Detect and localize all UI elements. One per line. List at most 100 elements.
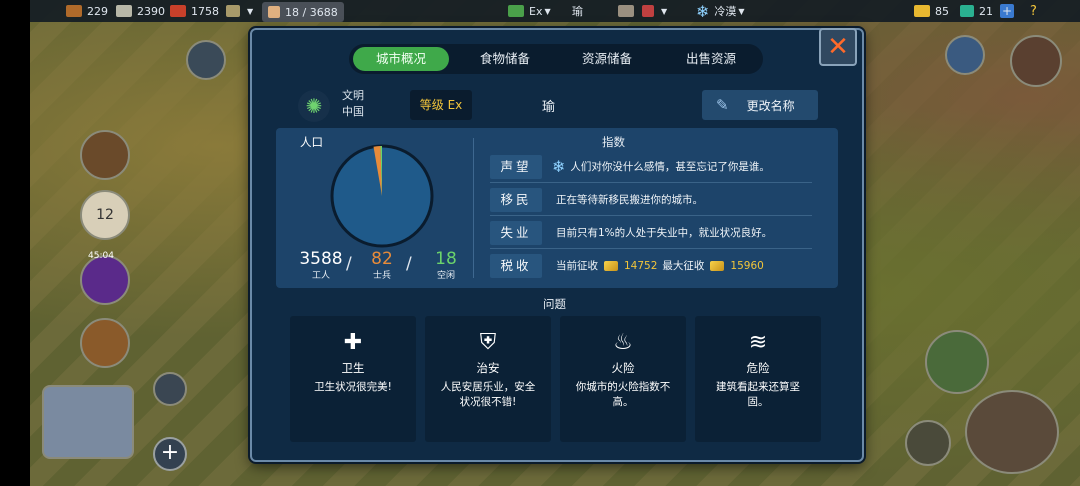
close-icon: ✕ <box>827 32 849 62</box>
tax-current-amount: 14752 <box>624 260 658 272</box>
population-counter[interactable]: 18 / 3688 <box>262 2 344 22</box>
indices-title: 指数 <box>602 135 625 149</box>
chat-button[interactable] <box>186 40 226 80</box>
magic-orb-button[interactable]: 45:04 <box>80 251 130 305</box>
gem-icon <box>960 5 974 17</box>
index-row-unemployment[interactable]: 失业 目前只有1%的人处于失业中，就业状况良好。 <box>490 218 812 249</box>
issue-card-danger[interactable]: ≋ 危险 建筑看起来还算坚固。 <box>695 316 821 442</box>
road-build-button[interactable] <box>925 330 989 394</box>
close-button[interactable]: ✕ <box>819 28 857 66</box>
pencil-icon: ✎ <box>716 96 729 114</box>
mood-dropdown[interactable]: ❄ 冷漠 ▼ <box>696 0 745 22</box>
workers-count: 3588 <box>299 249 343 269</box>
gold-resource[interactable]: 85 <box>914 0 949 22</box>
shield-icon: ⛨ <box>479 330 497 355</box>
decree-button[interactable] <box>618 0 639 22</box>
index-key: 失业 <box>490 221 542 245</box>
wood-icon <box>66 5 82 17</box>
rename-button[interactable]: ✎ 更改名称 <box>702 90 818 120</box>
chevron-down-icon: ▼ <box>661 6 668 16</box>
idle-stat: 18 空闲 <box>426 250 466 281</box>
plus-cross-icon: ✚ <box>343 330 363 355</box>
separator-slash: / <box>346 254 352 274</box>
index-row-immigration[interactable]: 移民 正在等待新移民搬进你的城市。 <box>490 185 812 216</box>
issue-desc: 建筑看起来还算坚固。 <box>716 381 800 408</box>
tab-sell-resources[interactable]: 出售资源 <box>663 47 759 71</box>
iron-resource[interactable]: 2390 <box>116 0 165 22</box>
food-amount: 1758 <box>191 4 219 18</box>
population-text: 18 / 3688 <box>285 5 338 19</box>
food-resource[interactable]: 1758 <box>170 0 219 22</box>
layers-button[interactable] <box>153 372 187 406</box>
tax-value: 当前征收 14752 最大征收 15960 <box>556 251 764 281</box>
snowflake-icon: ❄ <box>696 1 710 21</box>
dragon-emblem-icon: ✺ <box>298 90 330 122</box>
event-dropdown[interactable]: ▼ <box>642 0 667 22</box>
help-button[interactable]: ? <box>1030 0 1037 22</box>
tab-city-overview[interactable]: 城市概况 <box>353 47 449 71</box>
city-info-box: 人口 3588 工人 / 82 士兵 / 18 空闲 指数 声望 ❄ 人们对你没… <box>276 128 838 288</box>
era-dropdown[interactable]: Ex ▼ <box>508 0 551 22</box>
index-row-reputation[interactable]: 声望 ❄ 人们对你没什么感情，甚至忘记了你是谁。 <box>490 152 812 183</box>
civilization-info: 文明 中国 <box>342 88 364 120</box>
screen-left-edge <box>0 0 30 486</box>
hammer-build-button[interactable] <box>965 390 1059 474</box>
dragon-emblem-icon <box>508 5 524 17</box>
population-title: 人口 <box>300 135 323 149</box>
crates-icon <box>226 5 240 17</box>
calendar-button[interactable]: 12 <box>80 190 130 240</box>
buy-gems-button[interactable]: + <box>1000 4 1014 18</box>
general-portrait[interactable] <box>1010 35 1062 87</box>
issue-card-sanitation[interactable]: ✚ 卫生 卫生状况很完美! <box>290 316 416 442</box>
civilization-value: 中国 <box>342 105 364 118</box>
resource-topbar: 229 2390 1758 ▼ 18 / 3688 Ex ▼ 瑜 ▼ ❄ 冷漠 ▼ … <box>30 0 1080 22</box>
gold-icon <box>604 261 618 271</box>
advisor-avatar[interactable] <box>945 35 985 75</box>
soldiers-stat: 82 士兵 <box>362 250 402 281</box>
issue-desc: 人民安居乐业，安全状况很不错! <box>440 381 536 408</box>
workers-stat: 3588 工人 <box>296 250 346 281</box>
resource-menu-dropdown[interactable]: ▼ <box>226 0 253 22</box>
backpack-button[interactable] <box>80 318 130 368</box>
soldiers-label: 士兵 <box>372 271 391 281</box>
index-value: 目前只有1%的人处于失业中，就业状况良好。 <box>556 227 773 239</box>
index-value: 正在等待新移民搬进你的城市。 <box>556 194 703 206</box>
map-scroll-button[interactable] <box>42 385 134 459</box>
reputation-text: 人们对你没什么感情，甚至忘记了你是谁。 <box>570 161 770 173</box>
chevron-down-icon: ▼ <box>247 6 254 16</box>
idle-count: 18 <box>435 249 457 269</box>
index-row-tax[interactable]: 税收 当前征收 14752 最大征收 15960 <box>490 251 812 281</box>
civilization-label: 文明 <box>342 89 364 102</box>
shovel-button[interactable] <box>905 420 951 466</box>
tab-bar: 城市概况 食物储备 资源储备 出售资源 <box>349 44 763 74</box>
mood-text: 冷漠 <box>714 5 737 18</box>
city-name: 瑜 <box>542 100 556 115</box>
add-button[interactable]: + <box>153 437 187 471</box>
issues-title: 问题 <box>543 297 566 311</box>
issue-card-security[interactable]: ⛨ 治安 人民安居乐业，安全状况很不错! <box>425 316 551 442</box>
iron-amount: 2390 <box>137 4 165 18</box>
city-name-topbar[interactable]: 瑜 <box>572 0 583 22</box>
tax-max-label: 最大征收 <box>662 260 705 272</box>
tax-current-label: 当前征收 <box>556 260 598 272</box>
soldiers-count: 82 <box>371 249 393 269</box>
tools-icon <box>116 5 132 17</box>
gem-resource[interactable]: 21 <box>960 0 993 22</box>
issue-name: 危险 <box>746 361 770 375</box>
city-level-badge: 等级 Ex <box>410 90 472 120</box>
issue-card-fire[interactable]: ♨ 火险 你城市的火险指数不高。 <box>560 316 686 442</box>
index-key: 移民 <box>490 188 542 212</box>
timer-text: 45:04 <box>88 251 114 261</box>
trade-chest-button[interactable] <box>80 130 130 180</box>
tab-food-reserve[interactable]: 食物储备 <box>457 47 553 71</box>
issue-name: 火险 <box>611 361 635 375</box>
gold-icon <box>710 261 725 271</box>
gem-amount: 21 <box>979 4 993 18</box>
person-icon <box>268 6 280 18</box>
index-key: 税收 <box>490 254 542 278</box>
tab-resource-reserve[interactable]: 资源储备 <box>559 47 655 71</box>
city-text: 瑜 <box>572 5 583 18</box>
wood-amount: 229 <box>87 4 108 18</box>
wood-resource[interactable]: 229 <box>66 0 108 22</box>
index-value: ❄ 人们对你没什么感情，甚至忘记了你是谁。 <box>552 152 770 182</box>
